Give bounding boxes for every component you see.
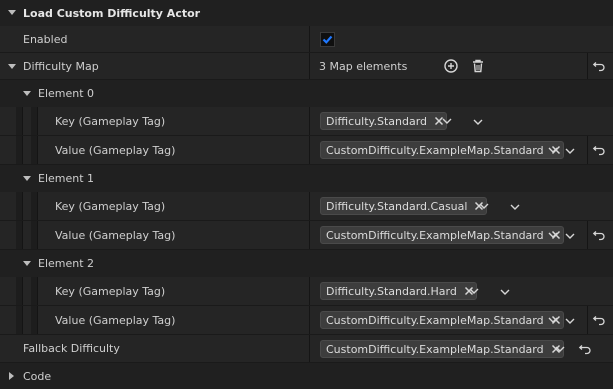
element-0-row[interactable]: Element 0 (0, 80, 613, 107)
column-divider[interactable] (309, 107, 310, 135)
indent-guide (31, 277, 38, 305)
chevron-down-icon[interactable] (472, 116, 484, 128)
chevron-down-icon[interactable] (554, 343, 566, 355)
chevron-down-icon[interactable] (499, 286, 511, 298)
indent-guide (31, 136, 38, 164)
indent-guide (16, 277, 23, 305)
enabled-label: Enabled (23, 32, 68, 46)
reset-arrow-icon[interactable] (592, 228, 606, 242)
reset-divider (587, 221, 588, 249)
check-icon (322, 35, 333, 44)
reset-arrow-icon[interactable] (578, 342, 592, 356)
difficulty-map-arrow-icon[interactable] (8, 64, 16, 69)
expand-arrow-icon[interactable] (9, 372, 14, 380)
column-divider[interactable] (309, 26, 310, 52)
column-divider[interactable] (309, 192, 310, 220)
add-icon[interactable] (444, 59, 458, 73)
element-1-value-tag[interactable]: CustomDifficulty.ExampleMap.Standard (320, 226, 564, 244)
chevron-down-icon[interactable] (478, 200, 490, 212)
chevron-down-icon[interactable] (468, 285, 480, 297)
column-divider[interactable] (309, 335, 310, 362)
chevron-down-icon[interactable] (547, 144, 559, 156)
tag-text: Difficulty.Standard.Casual (326, 199, 468, 213)
tag-text: CustomDifficulty.ExampleMap.Standard (326, 313, 544, 327)
element-0-key-label: Key (Gameplay Tag) (55, 114, 166, 128)
fallback-tag[interactable]: CustomDifficulty.ExampleMap.Standard (320, 340, 564, 358)
element-0-key-tag[interactable]: Difficulty.Standard (320, 112, 448, 130)
map-count-text: 3 Map elements (319, 59, 408, 73)
element-2-value-tag[interactable]: CustomDifficulty.ExampleMap.Standard (320, 311, 564, 329)
column-divider[interactable] (309, 306, 310, 334)
code-section-label: Code (23, 369, 52, 383)
reset-divider (587, 306, 588, 334)
indent-guide (31, 306, 38, 334)
section-title: Load Custom Difficulty Actor (23, 6, 201, 20)
column-divider[interactable] (309, 221, 310, 249)
element-1-key-tag[interactable]: Difficulty.Standard.Casual (320, 197, 488, 215)
chevron-down-icon[interactable] (441, 115, 453, 127)
reset-divider (587, 53, 588, 79)
indent-guide (16, 107, 23, 135)
element-1-label: Element 1 (38, 172, 95, 185)
element-1-key-row: Key (Gameplay Tag) Difficulty.Standard.C… (0, 192, 613, 221)
element-0-arrow-icon[interactable] (23, 91, 31, 96)
enabled-row: Enabled (0, 26, 613, 53)
element-0-key-row: Key (Gameplay Tag) Difficulty.Standard (0, 107, 613, 136)
element-2-key-label: Key (Gameplay Tag) (55, 284, 166, 298)
tag-text: CustomDifficulty.ExampleMap.Standard (326, 342, 544, 356)
tag-text: Difficulty.Standard.Hard (326, 284, 457, 298)
indent-guide (31, 221, 38, 249)
element-2-label: Element 2 (38, 257, 95, 270)
element-0-label: Element 0 (38, 87, 95, 100)
chevron-down-icon[interactable] (564, 145, 576, 157)
column-divider[interactable] (309, 277, 310, 305)
fallback-row: Fallback Difficulty CustomDifficulty.Exa… (0, 335, 613, 363)
tag-text: CustomDifficulty.ExampleMap.Standard (326, 143, 544, 157)
reset-arrow-icon[interactable] (592, 59, 606, 73)
difficulty-map-label: Difficulty Map (23, 59, 99, 73)
enabled-checkbox[interactable] (320, 32, 335, 47)
chevron-down-icon[interactable] (509, 201, 521, 213)
element-2-key-row: Key (Gameplay Tag) Difficulty.Standard.H… (0, 277, 613, 306)
element-1-value-row: Value (Gameplay Tag) CustomDifficulty.Ex… (0, 221, 613, 250)
element-0-value-tag[interactable]: CustomDifficulty.ExampleMap.Standard (320, 141, 564, 159)
indent-guide (16, 136, 23, 164)
chevron-down-icon[interactable] (547, 229, 559, 241)
indent-guide (31, 192, 38, 220)
element-2-value-row: Value (Gameplay Tag) CustomDifficulty.Ex… (0, 306, 613, 335)
chevron-down-icon[interactable] (564, 230, 576, 242)
fallback-label: Fallback Difficulty (23, 342, 120, 355)
element-0-value-row: Value (Gameplay Tag) CustomDifficulty.Ex… (0, 136, 613, 165)
element-2-row[interactable]: Element 2 (0, 250, 613, 277)
indent-guide (16, 221, 23, 249)
collapse-arrow-icon[interactable] (8, 10, 16, 15)
details-panel: Load Custom Difficulty Actor Enabled Dif… (0, 0, 613, 389)
trash-icon[interactable] (471, 59, 485, 73)
element-1-arrow-icon[interactable] (23, 176, 31, 181)
chevron-down-icon[interactable] (547, 314, 559, 326)
indent-guide (16, 306, 23, 334)
element-2-value-label: Value (Gameplay Tag) (55, 313, 176, 327)
element-0-value-label: Value (Gameplay Tag) (55, 143, 176, 157)
reset-divider (587, 136, 588, 164)
reset-arrow-icon[interactable] (592, 143, 606, 157)
difficulty-map-row: Difficulty Map 3 Map elements (0, 53, 613, 80)
element-1-value-label: Value (Gameplay Tag) (55, 228, 176, 242)
tag-text: CustomDifficulty.ExampleMap.Standard (326, 228, 544, 242)
tag-text: Difficulty.Standard (326, 114, 428, 128)
indent-guide (31, 107, 38, 135)
section-header[interactable]: Load Custom Difficulty Actor (0, 0, 613, 26)
element-1-row[interactable]: Element 1 (0, 165, 613, 192)
column-divider[interactable] (309, 53, 310, 79)
element-1-key-label: Key (Gameplay Tag) (55, 199, 166, 213)
code-section-row[interactable]: Code (0, 363, 613, 389)
chevron-down-icon[interactable] (564, 315, 576, 327)
element-2-arrow-icon[interactable] (23, 261, 31, 266)
column-divider[interactable] (309, 136, 310, 164)
reset-arrow-icon[interactable] (592, 313, 606, 327)
element-2-key-tag[interactable]: Difficulty.Standard.Hard (320, 282, 477, 300)
indent-guide (16, 192, 23, 220)
